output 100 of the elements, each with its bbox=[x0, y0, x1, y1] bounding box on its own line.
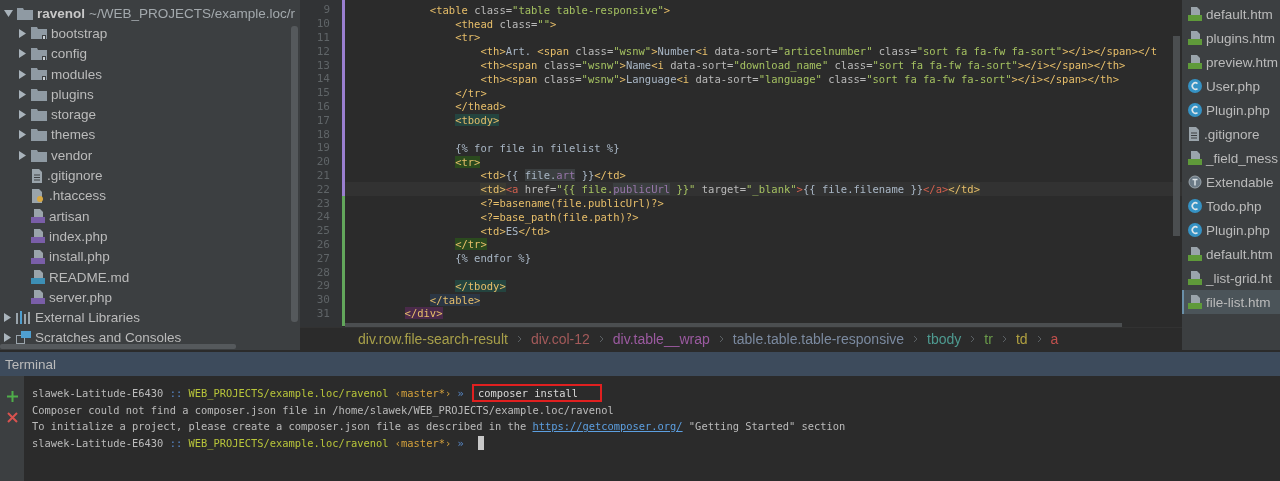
class-icon bbox=[1188, 103, 1202, 117]
breadcrumb-item[interactable]: td bbox=[1015, 331, 1028, 347]
class-icon bbox=[1188, 79, 1202, 93]
tree-item[interactable]: storage bbox=[51, 107, 97, 123]
html-file-icon bbox=[1188, 271, 1202, 285]
html-file-icon bbox=[1188, 31, 1202, 45]
scrollbar[interactable] bbox=[1173, 36, 1180, 236]
tree-item[interactable]: modules bbox=[51, 66, 103, 82]
code-line: <th>Art. <span class="wsnw">Number<i data-sort="articelnumber" class="sort fa fa-fw fa-sort"></i></span></t bbox=[479, 45, 1157, 58]
file-list-item[interactable]: .gitignore bbox=[1182, 122, 1280, 146]
chevron-icon bbox=[718, 335, 724, 343]
code-line: {% for file in filelist %} bbox=[454, 141, 620, 154]
folder-icon bbox=[31, 128, 47, 142]
terminal-text: WEB_PROJECTS/example.loc/ravenol bbox=[188, 387, 389, 400]
text-file-icon bbox=[1188, 127, 1200, 141]
collapse-arrow-icon[interactable] bbox=[18, 28, 27, 38]
tree-item[interactable]: themes bbox=[51, 127, 96, 143]
project-name[interactable]: ravenol bbox=[37, 5, 86, 21]
tree-item[interactable]: index.php bbox=[49, 228, 108, 244]
tree-item[interactable]: .htaccess bbox=[49, 188, 107, 204]
collapse-arrow-icon[interactable] bbox=[18, 150, 27, 160]
chevron-icon bbox=[913, 335, 919, 343]
terminal-text: » bbox=[456, 436, 465, 449]
html-file-icon bbox=[1188, 7, 1202, 21]
terminal-text: ‹master*› bbox=[393, 436, 452, 449]
collapse-arrow-icon[interactable] bbox=[18, 110, 27, 120]
tree-item[interactable]: .gitignore bbox=[47, 168, 103, 183]
code-line: </tr> bbox=[454, 86, 487, 99]
breadcrumb-item[interactable]: tbody bbox=[927, 331, 962, 347]
file-list-item[interactable]: plugins.htm bbox=[1182, 26, 1280, 50]
chevron-icon bbox=[598, 335, 604, 343]
horizontal-scrollbar[interactable] bbox=[0, 344, 236, 349]
tree-item[interactable]: Scratches and Consoles bbox=[35, 330, 182, 346]
terminal-text: ‹master*› bbox=[393, 387, 452, 400]
tree-item[interactable]: README.md bbox=[49, 269, 130, 285]
breadcrumb-item[interactable]: div.table__wrap bbox=[612, 331, 710, 347]
close-icon[interactable] bbox=[6, 412, 18, 423]
html-file-icon bbox=[1188, 295, 1202, 309]
collapse-arrow-icon[interactable] bbox=[18, 89, 27, 99]
terminal-text: Composer could not find a composer.json file in /home/slawek/WEB_PROJECTS/example.loc/ravenol bbox=[32, 403, 614, 416]
code-line: <td>ES</td> bbox=[479, 224, 550, 237]
collapse-arrow-icon[interactable] bbox=[3, 313, 12, 323]
tree-item[interactable]: plugins bbox=[51, 86, 94, 102]
tree-item[interactable]: External Libraries bbox=[35, 310, 141, 326]
file-list-item[interactable]: User.php bbox=[1182, 74, 1280, 98]
folder-icon bbox=[31, 87, 47, 101]
file-list-item[interactable]: file-list.htm bbox=[1182, 290, 1280, 314]
link[interactable]: https://getcomposer.org/ bbox=[532, 420, 683, 433]
terminal-text: slawek-Latitude-E6430 bbox=[32, 387, 164, 400]
php-file-icon bbox=[31, 229, 45, 244]
tree-item[interactable]: vendor bbox=[51, 147, 93, 163]
file-list-item[interactable]: Todo.php bbox=[1182, 194, 1280, 218]
code-line: <tr> bbox=[454, 31, 481, 44]
code-line: </thead> bbox=[454, 100, 506, 113]
breadcrumb-item[interactable]: a bbox=[1050, 331, 1059, 347]
code-line: {% endfor %} bbox=[454, 252, 531, 265]
horizontal-scrollbar[interactable] bbox=[345, 323, 1122, 327]
breadcrumb-item[interactable]: div.row.file-search-result bbox=[358, 331, 508, 347]
file-list-item[interactable]: default.htm bbox=[1182, 242, 1280, 266]
collapse-arrow-icon[interactable] bbox=[18, 49, 27, 59]
code-line: <thead class=""> bbox=[454, 17, 557, 30]
breadcrumb-item[interactable]: tr bbox=[984, 331, 993, 347]
code-line: <table class="table table-responsive"> bbox=[428, 3, 671, 16]
collapse-arrow-icon[interactable] bbox=[18, 130, 27, 140]
terminal-text: :: bbox=[168, 436, 184, 449]
trait-icon bbox=[1188, 175, 1202, 189]
chevron-icon bbox=[970, 335, 976, 343]
config-file-icon bbox=[31, 188, 45, 203]
terminal-text: » bbox=[456, 387, 465, 400]
scrollbar[interactable] bbox=[291, 26, 298, 322]
class-icon bbox=[1188, 199, 1202, 213]
code-line: <th><span class="wsnw">Name<i data-sort="download_name" class="sort fa fa-fw fa-sort"></i></span></th> bbox=[479, 59, 1126, 72]
console-icon bbox=[16, 331, 31, 345]
file-list-item[interactable]: preview.htm bbox=[1182, 50, 1280, 74]
file-list-item[interactable]: default.htm bbox=[1182, 2, 1280, 26]
tree-item[interactable]: install.php bbox=[49, 249, 110, 265]
tree-item[interactable]: bootstrap bbox=[51, 25, 108, 41]
add-icon[interactable] bbox=[6, 391, 18, 402]
breadcrumb-item[interactable]: table.table.table-responsive bbox=[732, 331, 905, 347]
file-list-item[interactable]: Plugin.php bbox=[1182, 218, 1280, 242]
tree-item[interactable]: server.php bbox=[49, 289, 113, 305]
php-file-icon bbox=[31, 249, 45, 264]
tree-item[interactable]: artisan bbox=[49, 208, 90, 224]
file-list-item[interactable]: _list-grid.ht bbox=[1182, 266, 1280, 290]
html-file-icon bbox=[1188, 55, 1202, 69]
class-icon bbox=[1188, 223, 1202, 237]
folder-icon bbox=[31, 46, 47, 61]
text-file-icon bbox=[31, 168, 43, 183]
collapse-arrow-icon[interactable] bbox=[3, 333, 12, 343]
collapse-arrow-icon[interactable] bbox=[18, 69, 27, 79]
tree-item[interactable]: config bbox=[51, 46, 88, 62]
breadcrumb-item[interactable]: div.col-12 bbox=[530, 331, 590, 347]
file-list-item[interactable]: Plugin.php bbox=[1182, 98, 1280, 122]
code-line: <?=basename(file.publicUrl)?> bbox=[479, 197, 664, 210]
file-list-item[interactable]: Extendable bbox=[1182, 170, 1280, 194]
terminal-title[interactable]: Terminal bbox=[5, 356, 56, 372]
terminal-text: :: bbox=[168, 387, 184, 400]
file-list-item[interactable]: _field_mess bbox=[1182, 146, 1280, 170]
expand-arrow-icon[interactable] bbox=[4, 8, 13, 18]
php-file-icon bbox=[31, 290, 45, 305]
